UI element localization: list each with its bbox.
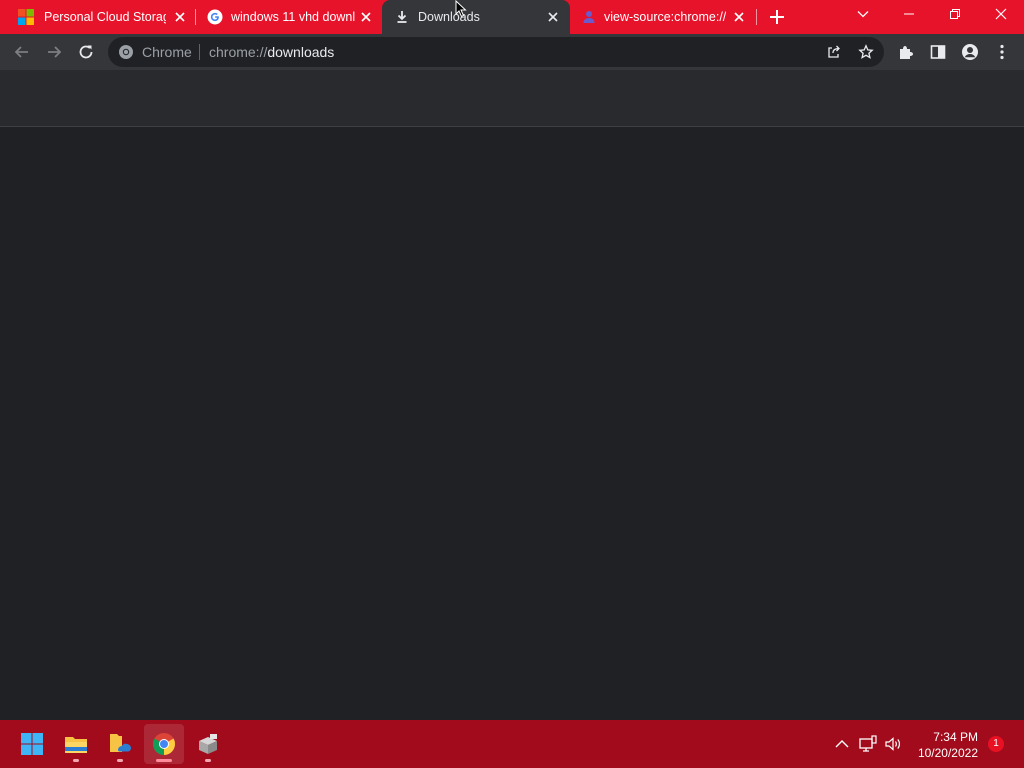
google-g-icon bbox=[207, 9, 223, 25]
extensions-button[interactable] bbox=[894, 40, 918, 64]
arrow-left-icon bbox=[14, 46, 28, 58]
tab-search-button[interactable] bbox=[840, 0, 886, 30]
minimize-button[interactable] bbox=[886, 0, 932, 30]
running-indicator bbox=[73, 759, 79, 762]
url-scheme: chrome:// bbox=[209, 44, 268, 60]
close-icon[interactable] bbox=[731, 9, 747, 25]
close-icon bbox=[995, 8, 1007, 20]
omnibox-divider bbox=[199, 44, 200, 60]
chrome-logo-icon bbox=[119, 45, 133, 59]
chevron-down-icon bbox=[857, 11, 869, 18]
reload-icon bbox=[79, 45, 93, 59]
site-label: Chrome bbox=[142, 44, 192, 60]
clock-date: 10/20/2022 bbox=[917, 746, 978, 760]
tab-strip: Personal Cloud Storage windows 11 vhd do… bbox=[0, 0, 1024, 34]
mouse-cursor-icon bbox=[455, 0, 467, 18]
new-tab-plus-icon[interactable] bbox=[767, 7, 787, 27]
profile-button[interactable] bbox=[958, 40, 982, 64]
side-panel-button[interactable] bbox=[926, 40, 950, 64]
close-icon[interactable] bbox=[172, 9, 188, 25]
puzzle-piece-icon bbox=[900, 46, 913, 59]
arrow-right-icon bbox=[48, 46, 62, 58]
kebab-menu-icon bbox=[1000, 44, 1004, 60]
tab-windows-11-vhd[interactable]: windows 11 vhd downl bbox=[196, 0, 382, 34]
running-indicator bbox=[117, 759, 123, 762]
tab-title: Downloads bbox=[418, 10, 480, 24]
restore-icon bbox=[950, 9, 960, 19]
running-indicator bbox=[156, 759, 172, 762]
downloads-page-header bbox=[0, 70, 1024, 127]
taskbar-utility-app[interactable] bbox=[188, 724, 228, 764]
window-close-button[interactable] bbox=[978, 0, 1024, 30]
profile-avatar-icon bbox=[962, 44, 978, 60]
onedrive-folder-icon bbox=[110, 734, 131, 752]
url-text[interactable]: chrome://downloads bbox=[209, 45, 334, 59]
minimize-icon bbox=[904, 13, 914, 15]
menu-button[interactable] bbox=[990, 40, 1014, 64]
folder-icon bbox=[65, 737, 87, 753]
forward-button[interactable] bbox=[42, 40, 66, 64]
microsoft-logo-icon bbox=[18, 9, 34, 25]
browser-toolbar: Chrome chrome://downloads bbox=[0, 34, 1024, 70]
clock-time: 7:34 PM bbox=[933, 730, 978, 744]
download-icon bbox=[397, 11, 407, 23]
network-icon[interactable] bbox=[858, 734, 878, 754]
address-bar[interactable]: Chrome chrome://downloads bbox=[108, 37, 884, 67]
profile-favicon-icon bbox=[583, 11, 595, 23]
taskbar-file-explorer[interactable] bbox=[56, 724, 96, 764]
back-button[interactable] bbox=[10, 40, 34, 64]
share-icon[interactable] bbox=[826, 44, 842, 60]
tab-downloads[interactable]: Downloads bbox=[382, 0, 570, 34]
restore-button[interactable] bbox=[932, 0, 978, 30]
start-button[interactable] bbox=[12, 724, 52, 764]
taskbar-google-chrome[interactable] bbox=[144, 724, 184, 764]
close-icon[interactable] bbox=[358, 9, 374, 25]
running-indicator bbox=[205, 759, 211, 762]
tab-view-source[interactable]: view-source:chrome://d bbox=[570, 0, 756, 34]
taskbar-onedrive-folder[interactable] bbox=[100, 724, 140, 764]
chevron-up-icon[interactable] bbox=[832, 734, 852, 754]
close-icon[interactable] bbox=[545, 9, 561, 25]
tab-title: Personal Cloud Storage bbox=[44, 10, 166, 24]
taskbar-clock[interactable]: 7:34 PM 10/20/2022 bbox=[906, 729, 978, 761]
windows-taskbar: 1 bbox=[0, 720, 1024, 768]
app-box-icon bbox=[199, 734, 217, 754]
reload-button[interactable] bbox=[74, 40, 98, 64]
tab-title: view-source:chrome://d bbox=[604, 10, 726, 24]
chrome-logo-icon bbox=[153, 733, 175, 755]
volume-icon[interactable] bbox=[883, 734, 903, 754]
tab-separator bbox=[756, 9, 757, 25]
tab-personal-cloud-storage[interactable]: Personal Cloud Storage bbox=[0, 0, 196, 34]
windows-logo-icon bbox=[21, 733, 43, 755]
side-panel-icon bbox=[930, 45, 946, 59]
bookmark-star-icon[interactable] bbox=[858, 44, 874, 60]
tab-title: windows 11 vhd downl bbox=[231, 10, 355, 24]
url-host: downloads bbox=[267, 44, 335, 60]
notification-badge[interactable]: 1 bbox=[988, 736, 1004, 752]
downloads-page-body bbox=[0, 127, 1024, 720]
